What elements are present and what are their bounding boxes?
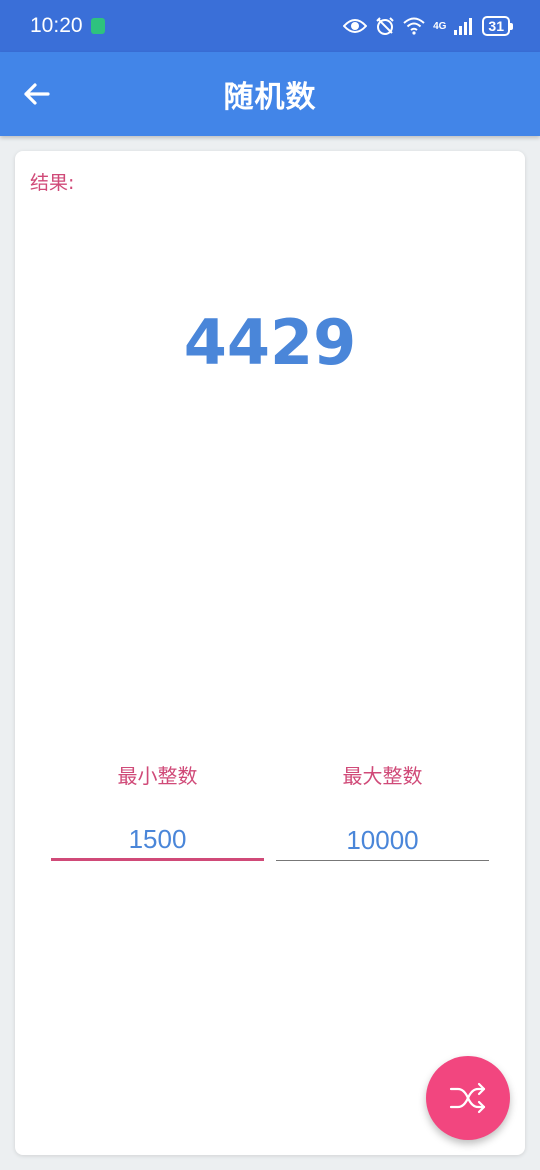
app-bar: 随机数 (0, 52, 540, 136)
network-type: 4G (433, 20, 447, 32)
back-button[interactable] (14, 72, 58, 116)
status-bar: 10:20 4G 31 (0, 0, 540, 52)
status-time: 10:20 (30, 14, 83, 37)
min-integer-field: 最小整数 (51, 761, 264, 861)
notification-app-icon (90, 18, 105, 34)
arrow-left-icon (24, 83, 50, 105)
result-label: 结果: (30, 172, 75, 194)
battery-level: 31 (488, 18, 504, 34)
status-icons: 4G 31 (343, 16, 513, 36)
min-integer-input[interactable] (51, 821, 264, 861)
eye-icon (343, 19, 368, 33)
battery-indicator: 31 (482, 16, 513, 36)
result-value: 4429 (183, 306, 357, 379)
page-title: 随机数 (223, 80, 317, 115)
alarm-off-icon (376, 17, 394, 35)
wifi-icon (403, 17, 425, 35)
max-integer-input[interactable] (276, 821, 489, 861)
min-integer-label: 最小整数 (117, 764, 198, 788)
result-card: 结果: 4429 最小整数 最大整数 (15, 151, 525, 1155)
max-integer-field: 最大整数 (276, 761, 489, 861)
max-integer-label: 最大整数 (342, 764, 423, 788)
shuffle-icon (449, 1082, 486, 1114)
shuffle-button[interactable] (426, 1056, 510, 1140)
signal-icon (454, 18, 473, 35)
